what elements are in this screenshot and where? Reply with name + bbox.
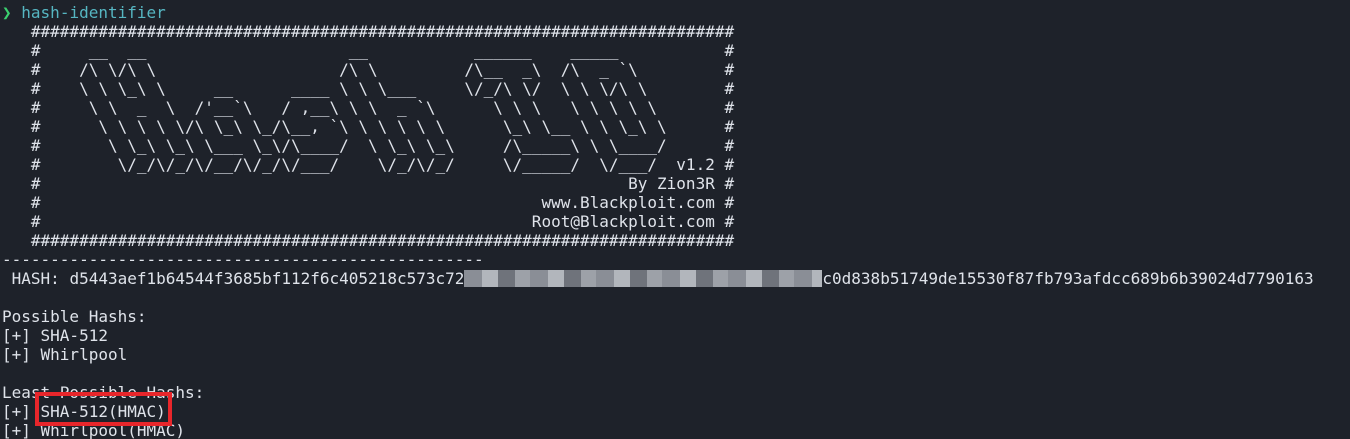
- hash-value-end: c0d838b51749de15530f87fb793afdcc689b6b39…: [822, 269, 1314, 288]
- possible-hash-item: [+] Whirlpool: [2, 345, 128, 364]
- banner-line: ########################################…: [2, 231, 735, 250]
- hash-label: HASH:: [2, 269, 70, 288]
- banner-line: # www.Blackploit.com #: [2, 193, 735, 212]
- banner-line: # __ __ __ ______ _____ #: [2, 41, 735, 60]
- banner-line: # \ \ \ \ \/\ \_\ \_/\__, `\ \ \ \ \ \ \…: [2, 117, 735, 136]
- hash-value-start: d5443aef1b64544f3685bf112f6c405218c573c7…: [69, 269, 465, 288]
- banner-line: # \ \_\ \_\ \___ \_\/\____/ \ \_\ \_\ /\…: [2, 136, 735, 155]
- hash-line: HASH: d5443aef1b64544f3685bf112f6c405218…: [2, 269, 1350, 288]
- prompt-arrow-icon: ❯: [2, 3, 12, 22]
- highlight-annotation-box: [35, 392, 172, 426]
- banner-line: # \ \ \_\ \ __ ____ \ \ \___ \/_/\ \/ \ …: [2, 79, 735, 98]
- banner-line: ########################################…: [2, 22, 735, 41]
- banner-line: # By Zion3R #: [2, 174, 735, 193]
- least-possible-hash-item: [+] Whirlpool(HMAC): [2, 421, 186, 439]
- possible-hash-item: [+] SHA-512: [2, 326, 108, 345]
- least-possible-hash-item: [+] SHA-512(HMAC): [2, 402, 166, 421]
- ascii-banner: ########################################…: [2, 22, 734, 250]
- possible-hashes-title: Possible Hashs:: [2, 307, 147, 326]
- banner-line: # \ \ _ \ /'__`\ / ,__\ \ \ _ `\ \ \ \ \…: [2, 98, 735, 117]
- banner-line: # \/_/\/_/\/__/\/_/\/___/ \/_/\/_/ \/___…: [2, 155, 735, 174]
- terminal-window[interactable]: ❯ hash-identifier ######################…: [0, 0, 1350, 439]
- banner-line: # Root@Blackploit.com #: [2, 212, 735, 231]
- command-output: ----------------------------------------…: [2, 250, 1350, 439]
- banner-line: # /\ \/\ \ /\ \ /\__ _\ /\ _ `\ #: [2, 60, 735, 79]
- least-possible-hashes-title: Least Possible Hashs:: [2, 383, 205, 402]
- separator-line: ----------------------------------------…: [2, 250, 484, 269]
- prompt-command: hash-identifier: [21, 3, 166, 22]
- prompt-line: ❯ hash-identifier: [2, 3, 166, 22]
- redacted-hash-segment: [464, 270, 823, 287]
